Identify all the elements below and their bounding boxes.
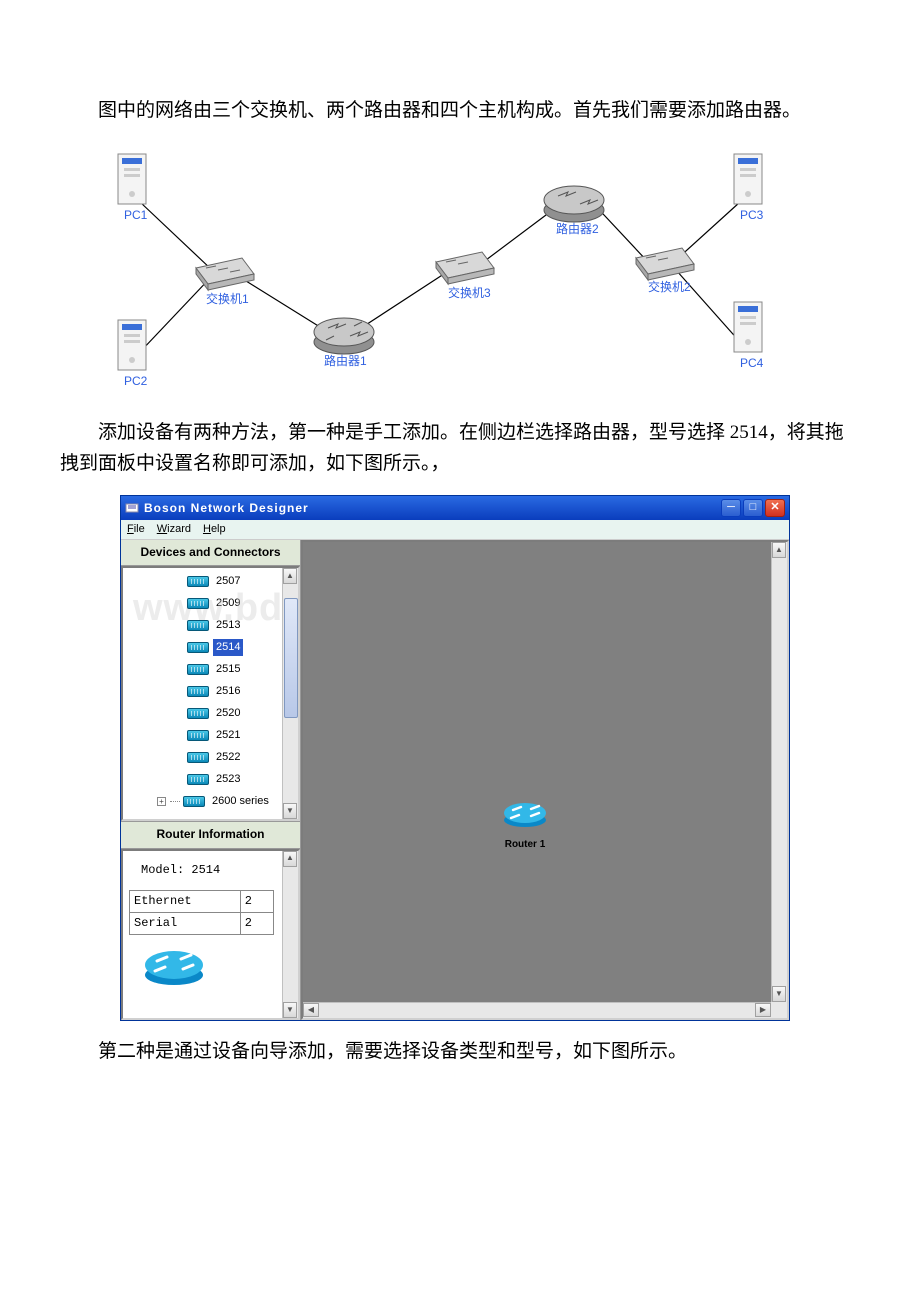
network-topology-diagram: PC1 PC2 PC3 PC4 交换机1 交换机2 交换机3 路由器1 路由器2 [100,142,780,402]
model-line: Model: 2514 [141,861,292,880]
canvas-vertical-scrollbar[interactable]: ▲ ▼ [771,542,787,1002]
canvas-router-label: Router 1 [503,837,547,853]
tree-scrollbar[interactable]: ▲ ▼ [282,568,298,819]
tree-item-2522[interactable]: 2522 [127,746,298,768]
table-row: Ethernet 2 [130,890,274,912]
interface-table: Ethernet 2 Serial 2 [129,890,274,935]
label-pc1: PC1 [124,206,147,225]
tree-item-2600-series[interactable]: +2600 series [127,790,298,812]
scroll-left-icon[interactable]: ◀ [303,1003,319,1017]
canvas-router-1[interactable]: Router 1 [503,800,547,853]
canvas-horizontal-scrollbar[interactable]: ◀ ▶ [303,1002,771,1018]
label-r1: 路由器1 [324,352,367,371]
menu-file[interactable]: File [127,521,145,539]
tree-item-2521[interactable]: 2521 [127,724,298,746]
router-icon [187,774,209,785]
router-icon [187,598,209,609]
paragraph-1: 图中的网络由三个交换机、两个路由器和四个主机构成。首先我们需要添加路由器。 [60,96,860,126]
tree-item-2514[interactable]: 2514 [127,636,298,658]
menubar: File Wizard Help [121,520,789,540]
router-icon [187,708,209,719]
tree-item-2507[interactable]: 2507 [127,570,298,592]
router-icon [187,642,209,653]
scroll-right-icon[interactable]: ▶ [755,1003,771,1017]
tree-item-2520[interactable]: 2520 [127,702,298,724]
tree-item-2515[interactable]: 2515 [127,658,298,680]
paragraph-3: 第二种是通过设备向导添加，需要选择设备类型和型号，如下图所示。 [60,1037,860,1067]
close-button[interactable]: ✕ [765,499,785,517]
label-sw3: 交换机3 [448,284,491,303]
scroll-down-icon[interactable]: ▼ [283,1002,297,1018]
expand-icon[interactable]: + [157,797,166,806]
scroll-up-icon[interactable]: ▲ [772,542,786,558]
router-icon [187,664,209,675]
label-r2: 路由器2 [556,220,599,239]
label-pc3: PC3 [740,206,763,225]
label-pc4: PC4 [740,354,763,373]
minimize-button[interactable]: ─ [721,499,741,517]
design-canvas[interactable]: Router 1 ▲ ▼ ◀ ▶ [301,540,789,1020]
label-sw1: 交换机1 [206,290,249,309]
window-title: Boson Network Designer [144,499,721,518]
scroll-up-icon[interactable]: ▲ [283,568,297,584]
side-panel: Devices and Connectors www.bdocx.com 250… [121,540,301,1020]
router-icon [187,730,209,741]
tree-item-2523[interactable]: 2523 [127,768,298,790]
router-icon [187,620,209,631]
boson-network-designer-window: Boson Network Designer ─ □ ✕ File Wizard… [120,495,790,1021]
router-info-body: Model: 2514 Ethernet 2 Serial 2 [121,849,300,1021]
scroll-down-icon[interactable]: ▼ [772,986,786,1002]
table-row: Serial 2 [130,912,274,934]
router-icon [187,576,209,587]
scroll-down-icon[interactable]: ▼ [283,803,297,819]
router-icon [187,752,209,763]
tree-item-2513[interactable]: 2513 [127,614,298,636]
menu-help[interactable]: Help [203,521,226,539]
menu-wizard[interactable]: Wizard [157,521,191,539]
tree-item-2509[interactable]: 2509 [127,592,298,614]
titlebar[interactable]: Boson Network Designer ─ □ ✕ [121,496,789,520]
label-sw2: 交换机2 [648,278,691,297]
router-icon [183,796,205,807]
label-pc2: PC2 [124,372,147,391]
scroll-up-icon[interactable]: ▲ [283,851,297,867]
app-icon [125,501,139,515]
tree-item-2516[interactable]: 2516 [127,680,298,702]
maximize-button[interactable]: □ [743,499,763,517]
router-preview-icon [143,947,205,987]
scroll-corner [771,1002,787,1018]
device-tree[interactable]: www.bdocx.com 2507 2509 2513 2514 2515 2… [121,566,300,821]
paragraph-2: 添加设备有两种方法，第一种是手工添加。在侧边栏选择路由器，型号选择 2514，将… [60,418,860,479]
info-scrollbar[interactable]: ▲ ▼ [282,851,298,1019]
router-info-header: Router Information [121,822,300,848]
scroll-thumb[interactable] [284,598,298,718]
router-icon [187,686,209,697]
devices-header: Devices and Connectors [121,540,300,566]
